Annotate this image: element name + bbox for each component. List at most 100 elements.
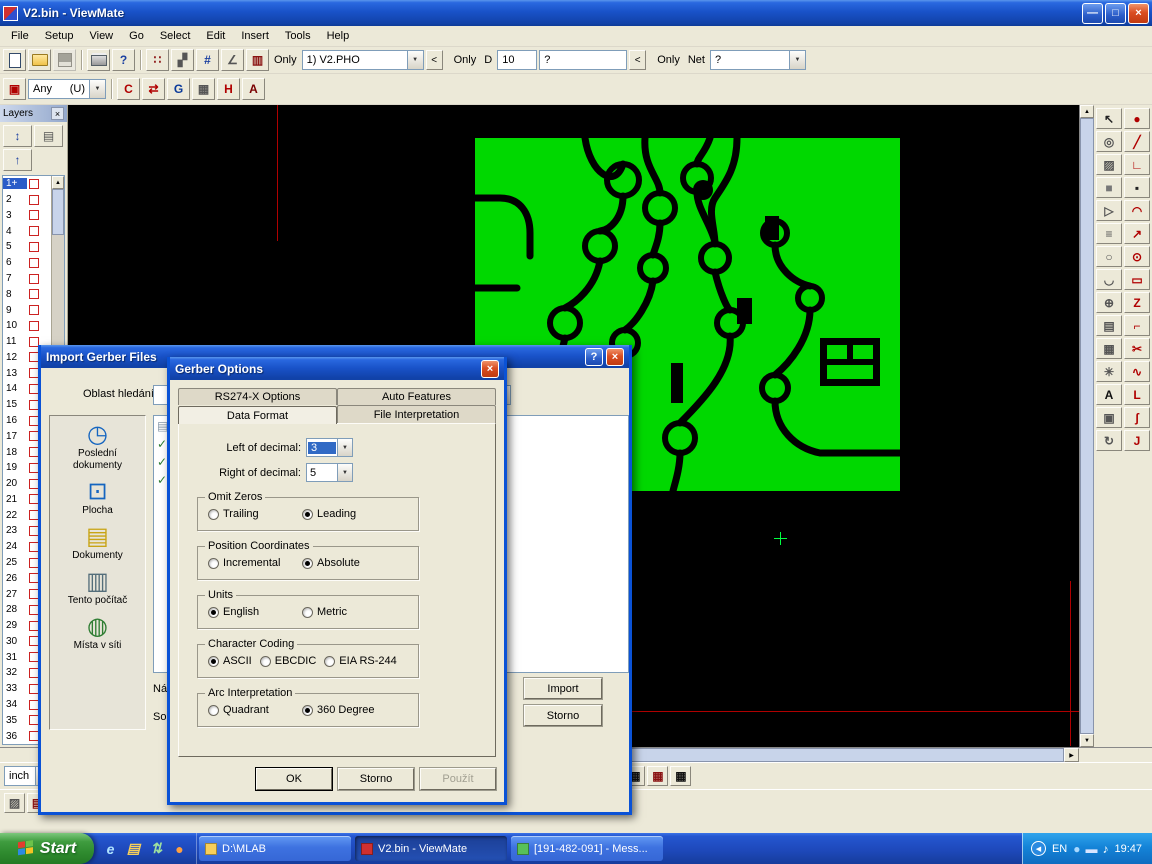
new-file-icon[interactable] xyxy=(3,49,26,71)
close-icon[interactable]: × xyxy=(606,348,624,366)
draw-curve-icon[interactable]: ʃ xyxy=(1124,407,1150,428)
measure-angle-icon[interactable]: ∠ xyxy=(221,49,244,71)
grid-array-icon[interactable]: ▦ xyxy=(192,78,215,100)
draw-arc-icon[interactable]: ◠ xyxy=(1124,200,1150,221)
swap-layers-icon[interactable]: ⇄ xyxy=(142,78,165,100)
radio-button-icon[interactable] xyxy=(302,558,313,569)
radio-english[interactable]: English xyxy=(208,606,294,618)
place-desktop[interactable]: ⊡Plocha xyxy=(54,479,142,517)
radio-ebcdic[interactable]: EBCDIC xyxy=(260,655,317,667)
place-documents[interactable]: ▤Dokumenty xyxy=(54,524,142,562)
oblong-pad-icon[interactable]: ○ xyxy=(1096,246,1122,267)
scrollbar-thumb[interactable] xyxy=(1080,118,1094,734)
ok-button[interactable]: OK xyxy=(256,768,332,790)
layer-color-swatch[interactable] xyxy=(29,179,39,189)
highlight-mode-icon[interactable]: ▞ xyxy=(171,49,194,71)
radio-incremental[interactable]: Incremental xyxy=(208,557,294,569)
chevron-down-icon[interactable]: ▼ xyxy=(337,439,352,456)
layer-color-swatch[interactable] xyxy=(29,226,39,236)
layer-reorder-button[interactable]: ↕ xyxy=(3,125,32,147)
radio-ascii[interactable]: ASCII xyxy=(208,655,252,667)
layer-color-swatch[interactable] xyxy=(29,210,39,220)
maximize-button[interactable]: □ xyxy=(1105,3,1126,24)
aperture-list-icon[interactable]: ▣ xyxy=(3,78,26,100)
radio-360-degree[interactable]: 360 Degree xyxy=(302,704,375,716)
filled-rect-icon[interactable]: ■ xyxy=(1096,177,1122,198)
hatch-icon[interactable]: ≡ xyxy=(1096,223,1122,244)
place-recent-documents[interactable]: ◷Poslední dokumenty xyxy=(54,422,142,472)
scroll-up-icon[interactable]: ▲ xyxy=(1080,105,1094,118)
draw-vector-icon[interactable]: ↗ xyxy=(1124,223,1150,244)
layer-color-swatch[interactable] xyxy=(29,242,39,252)
tray-volume-icon[interactable]: ♪ xyxy=(1102,842,1108,856)
close-button[interactable]: × xyxy=(1128,3,1149,24)
probe-icon[interactable]: ⊕ xyxy=(1096,292,1122,313)
menu-view[interactable]: View xyxy=(81,28,121,44)
tray-keyboard-icon[interactable]: ▬ xyxy=(1085,842,1097,856)
radio-quadrant[interactable]: Quadrant xyxy=(208,704,294,716)
cancel-button[interactable]: Storno xyxy=(524,705,602,726)
chevron-down-icon[interactable]: ▼ xyxy=(89,80,105,98)
radio-button-icon[interactable] xyxy=(302,509,313,520)
language-indicator[interactable]: EN xyxy=(1052,843,1067,855)
chevron-down-icon[interactable]: ▼ xyxy=(337,464,352,481)
radio-button-icon[interactable] xyxy=(208,656,219,667)
scroll-down-icon[interactable]: ▼ xyxy=(1080,734,1094,747)
task-button-v2-bin-viewmate[interactable]: V2.bin - ViewMate xyxy=(355,836,507,861)
grid-snap-icon[interactable]: ▦ xyxy=(1096,338,1122,359)
save-icon[interactable] xyxy=(53,49,76,71)
mirror-icon[interactable]: ▷ xyxy=(1096,200,1122,221)
layer-row[interactable]: 10 xyxy=(3,318,51,334)
draw-polyline-icon[interactable]: ∟ xyxy=(1124,154,1150,175)
radio-button-icon[interactable] xyxy=(208,558,219,569)
layers-panel-header[interactable]: Layers × xyxy=(0,105,67,122)
import-button[interactable]: Import xyxy=(524,678,602,699)
menu-help[interactable]: Help xyxy=(319,28,358,44)
layer-color-swatch[interactable] xyxy=(29,258,39,268)
layer-row[interactable]: 7 xyxy=(3,271,51,287)
settings-gear-icon[interactable]: ✳ xyxy=(1096,361,1122,382)
layer-row[interactable]: 4 xyxy=(3,223,51,239)
right-decimal-combo[interactable]: 5 ▼ xyxy=(306,463,353,482)
draw-step-icon[interactable]: ⌐ xyxy=(1124,315,1150,336)
layer-row[interactable]: 1+ xyxy=(3,176,51,192)
layer-row[interactable]: 2 xyxy=(3,192,51,208)
stamp-icon[interactable]: ▣ xyxy=(1096,407,1122,428)
draw-zigzag-icon[interactable]: Z xyxy=(1124,292,1150,313)
radio-trailing[interactable]: Trailing xyxy=(208,508,294,520)
text-tool-icon[interactable]: A xyxy=(1096,384,1122,405)
radio-button-icon[interactable] xyxy=(208,509,219,520)
trace-grid-icon[interactable]: ▦ xyxy=(647,766,668,786)
explorer-folder-icon[interactable]: ▤ xyxy=(125,840,142,857)
layer-color-swatch[interactable] xyxy=(29,321,39,331)
radio-leading[interactable]: Leading xyxy=(302,508,356,520)
draw-line-icon[interactable]: ╱ xyxy=(1124,131,1150,152)
scrollbar-thumb[interactable] xyxy=(52,189,64,235)
place-network[interactable]: ◍Místa v síti xyxy=(54,614,142,652)
l-shape-icon[interactable]: L xyxy=(1124,384,1150,405)
radio-metric[interactable]: Metric xyxy=(302,606,347,618)
apply-button[interactable]: Použít xyxy=(420,768,496,790)
layer-prev-button[interactable]: < xyxy=(426,50,443,70)
radio-button-icon[interactable] xyxy=(302,607,313,618)
text-a-icon[interactable]: A xyxy=(242,78,265,100)
task-button-191-482-091-mess[interactable]: [191-482-091] - Mess... xyxy=(511,836,663,861)
knife-icon[interactable]: ✂ xyxy=(1124,338,1150,359)
goto-icon[interactable]: G xyxy=(167,78,190,100)
layer-row[interactable]: 8 xyxy=(3,286,51,302)
rotate-icon[interactable]: ↻ xyxy=(1096,430,1122,451)
layer-color-swatch[interactable] xyxy=(29,195,39,205)
dcode-value-field[interactable]: 10 xyxy=(497,50,537,70)
dcode-filter-field[interactable]: ? xyxy=(539,50,627,70)
solid-pad-icon[interactable]: ▪ xyxy=(1124,177,1150,198)
circle-tool-icon[interactable]: C xyxy=(117,78,140,100)
layer-color-swatch[interactable] xyxy=(29,305,39,315)
scroll-right-icon[interactable]: ▶ xyxy=(1064,748,1079,762)
menu-select[interactable]: Select xyxy=(152,28,199,44)
place-computer[interactable]: ▥Tento počítač xyxy=(54,569,142,607)
layer-row[interactable]: 9 xyxy=(3,302,51,318)
internet-explorer-icon[interactable]: e xyxy=(102,840,119,857)
dcode-grid-icon[interactable]: ∷ xyxy=(146,49,169,71)
chevron-down-icon[interactable]: ▼ xyxy=(407,51,423,69)
select-net-icon[interactable]: # xyxy=(196,49,219,71)
